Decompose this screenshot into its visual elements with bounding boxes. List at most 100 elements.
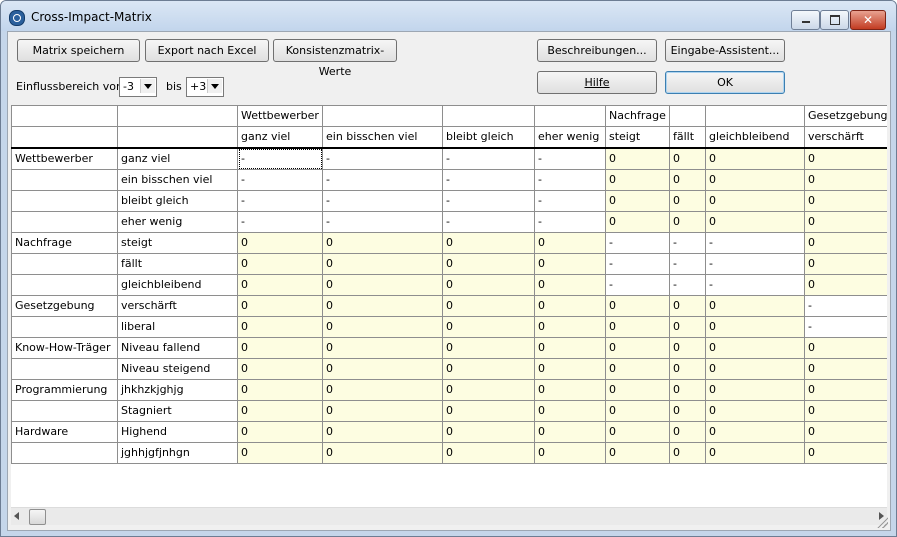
impact-cell[interactable]: 0 — [534, 295, 606, 317]
help-button[interactable]: Hilfe — [537, 71, 657, 94]
impact-cell[interactable]: 0 — [605, 421, 670, 443]
impact-cell[interactable]: 0 — [669, 442, 706, 464]
impact-cell[interactable]: 0 — [442, 442, 535, 464]
impact-cell[interactable]: 0 — [605, 358, 670, 380]
impact-cell[interactable]: 0 — [804, 211, 887, 233]
impact-cell[interactable]: 0 — [804, 232, 887, 254]
impact-cell[interactable]: 0 — [705, 169, 805, 191]
impact-cell[interactable]: 0 — [669, 379, 706, 401]
impact-cell[interactable]: 0 — [669, 147, 706, 170]
impact-cell[interactable]: 0 — [442, 316, 535, 338]
impact-cell[interactable]: - — [322, 211, 443, 233]
impact-cell[interactable]: 0 — [705, 295, 805, 317]
impact-cell[interactable]: 0 — [705, 442, 805, 464]
impact-cell[interactable]: 0 — [442, 232, 535, 254]
impact-cell[interactable]: - — [705, 253, 805, 275]
impact-cell[interactable]: 0 — [804, 147, 887, 170]
impact-cell[interactable]: 0 — [534, 421, 606, 443]
title-bar[interactable]: Cross-Impact-Matrix ✕ — [1, 1, 896, 31]
impact-cell[interactable]: 0 — [705, 316, 805, 338]
impact-cell[interactable]: 0 — [237, 232, 323, 254]
maximize-button[interactable] — [820, 10, 849, 30]
impact-cell[interactable]: - — [237, 147, 323, 170]
impact-cell[interactable]: 0 — [322, 358, 443, 380]
impact-cell[interactable]: 0 — [442, 358, 535, 380]
impact-cell[interactable]: - — [605, 232, 670, 254]
close-button[interactable]: ✕ — [850, 10, 886, 30]
impact-cell[interactable]: 0 — [534, 316, 606, 338]
impact-cell[interactable]: 0 — [442, 421, 535, 443]
impact-cell[interactable]: 0 — [442, 400, 535, 422]
impact-cell[interactable]: 0 — [804, 274, 887, 296]
impact-cell[interactable]: 0 — [237, 421, 323, 443]
impact-cell[interactable]: 0 — [804, 169, 887, 191]
impact-cell[interactable]: 0 — [669, 421, 706, 443]
impact-cell[interactable]: - — [605, 274, 670, 296]
impact-cell[interactable]: - — [322, 169, 443, 191]
chevron-down-icon[interactable] — [140, 79, 155, 93]
impact-cell[interactable]: 0 — [322, 337, 443, 359]
impact-cell[interactable]: 0 — [605, 190, 670, 212]
impact-cell[interactable]: 0 — [804, 400, 887, 422]
impact-cell[interactable]: - — [237, 169, 323, 191]
impact-cell[interactable]: 0 — [322, 232, 443, 254]
impact-cell[interactable]: 0 — [605, 169, 670, 191]
impact-cell[interactable]: 0 — [605, 147, 670, 170]
impact-cell[interactable]: 0 — [534, 358, 606, 380]
impact-cell[interactable]: - — [669, 274, 706, 296]
impact-cell[interactable]: - — [669, 253, 706, 275]
impact-cell[interactable]: 0 — [804, 379, 887, 401]
input-assistant-button[interactable]: Eingabe-Assistent... — [665, 39, 785, 62]
ok-button[interactable]: OK — [665, 71, 785, 94]
impact-cell[interactable]: 0 — [804, 358, 887, 380]
impact-cell[interactable]: 0 — [669, 337, 706, 359]
impact-cell[interactable]: 0 — [534, 274, 606, 296]
impact-cell[interactable]: 0 — [534, 379, 606, 401]
impact-cell[interactable]: 0 — [804, 421, 887, 443]
impact-cell[interactable]: 0 — [804, 190, 887, 212]
impact-cell[interactable]: 0 — [237, 295, 323, 317]
impact-cell[interactable]: - — [705, 274, 805, 296]
impact-cell[interactable]: 0 — [669, 295, 706, 317]
impact-cell[interactable]: 0 — [237, 442, 323, 464]
impact-cell[interactable]: 0 — [322, 442, 443, 464]
impact-cell[interactable]: - — [534, 190, 606, 212]
impact-cell[interactable]: 0 — [705, 190, 805, 212]
impact-cell[interactable]: 0 — [237, 316, 323, 338]
range-from-select[interactable]: -3 — [119, 77, 157, 97]
impact-cell[interactable]: 0 — [605, 316, 670, 338]
impact-cell[interactable]: 0 — [669, 316, 706, 338]
impact-cell[interactable]: 0 — [705, 379, 805, 401]
impact-cell[interactable]: 0 — [322, 274, 443, 296]
impact-cell[interactable]: 0 — [442, 379, 535, 401]
chevron-down-icon[interactable] — [207, 79, 222, 93]
impact-cell[interactable]: 0 — [669, 169, 706, 191]
impact-cell[interactable]: 0 — [534, 232, 606, 254]
horizontal-scrollbar[interactable] — [11, 507, 887, 525]
impact-cell[interactable]: 0 — [237, 337, 323, 359]
impact-cell[interactable]: - — [705, 232, 805, 254]
save-matrix-button[interactable]: Matrix speichern — [17, 39, 140, 62]
impact-cell[interactable]: 0 — [322, 253, 443, 275]
impact-cell[interactable]: - — [534, 169, 606, 191]
impact-cell[interactable]: 0 — [237, 400, 323, 422]
impact-cell[interactable]: - — [804, 295, 887, 317]
impact-cell[interactable]: 0 — [534, 253, 606, 275]
range-to-select[interactable]: +3 — [186, 77, 224, 97]
impact-cell[interactable]: 0 — [605, 295, 670, 317]
impact-cell[interactable]: 0 — [322, 400, 443, 422]
impact-cell[interactable]: 0 — [605, 400, 670, 422]
impact-cell[interactable]: 0 — [705, 337, 805, 359]
impact-cell[interactable]: 0 — [705, 400, 805, 422]
scroll-left-icon[interactable] — [14, 512, 19, 520]
impact-cell[interactable]: - — [534, 147, 606, 170]
impact-cell[interactable]: - — [442, 169, 535, 191]
impact-cell[interactable]: 0 — [705, 358, 805, 380]
impact-cell[interactable]: 0 — [705, 421, 805, 443]
impact-cell[interactable]: 0 — [534, 400, 606, 422]
resize-grip-icon[interactable] — [876, 516, 888, 528]
impact-cell[interactable]: 0 — [705, 147, 805, 170]
impact-cell[interactable]: 0 — [804, 253, 887, 275]
impact-cell[interactable]: - — [534, 211, 606, 233]
impact-cell[interactable]: 0 — [605, 442, 670, 464]
